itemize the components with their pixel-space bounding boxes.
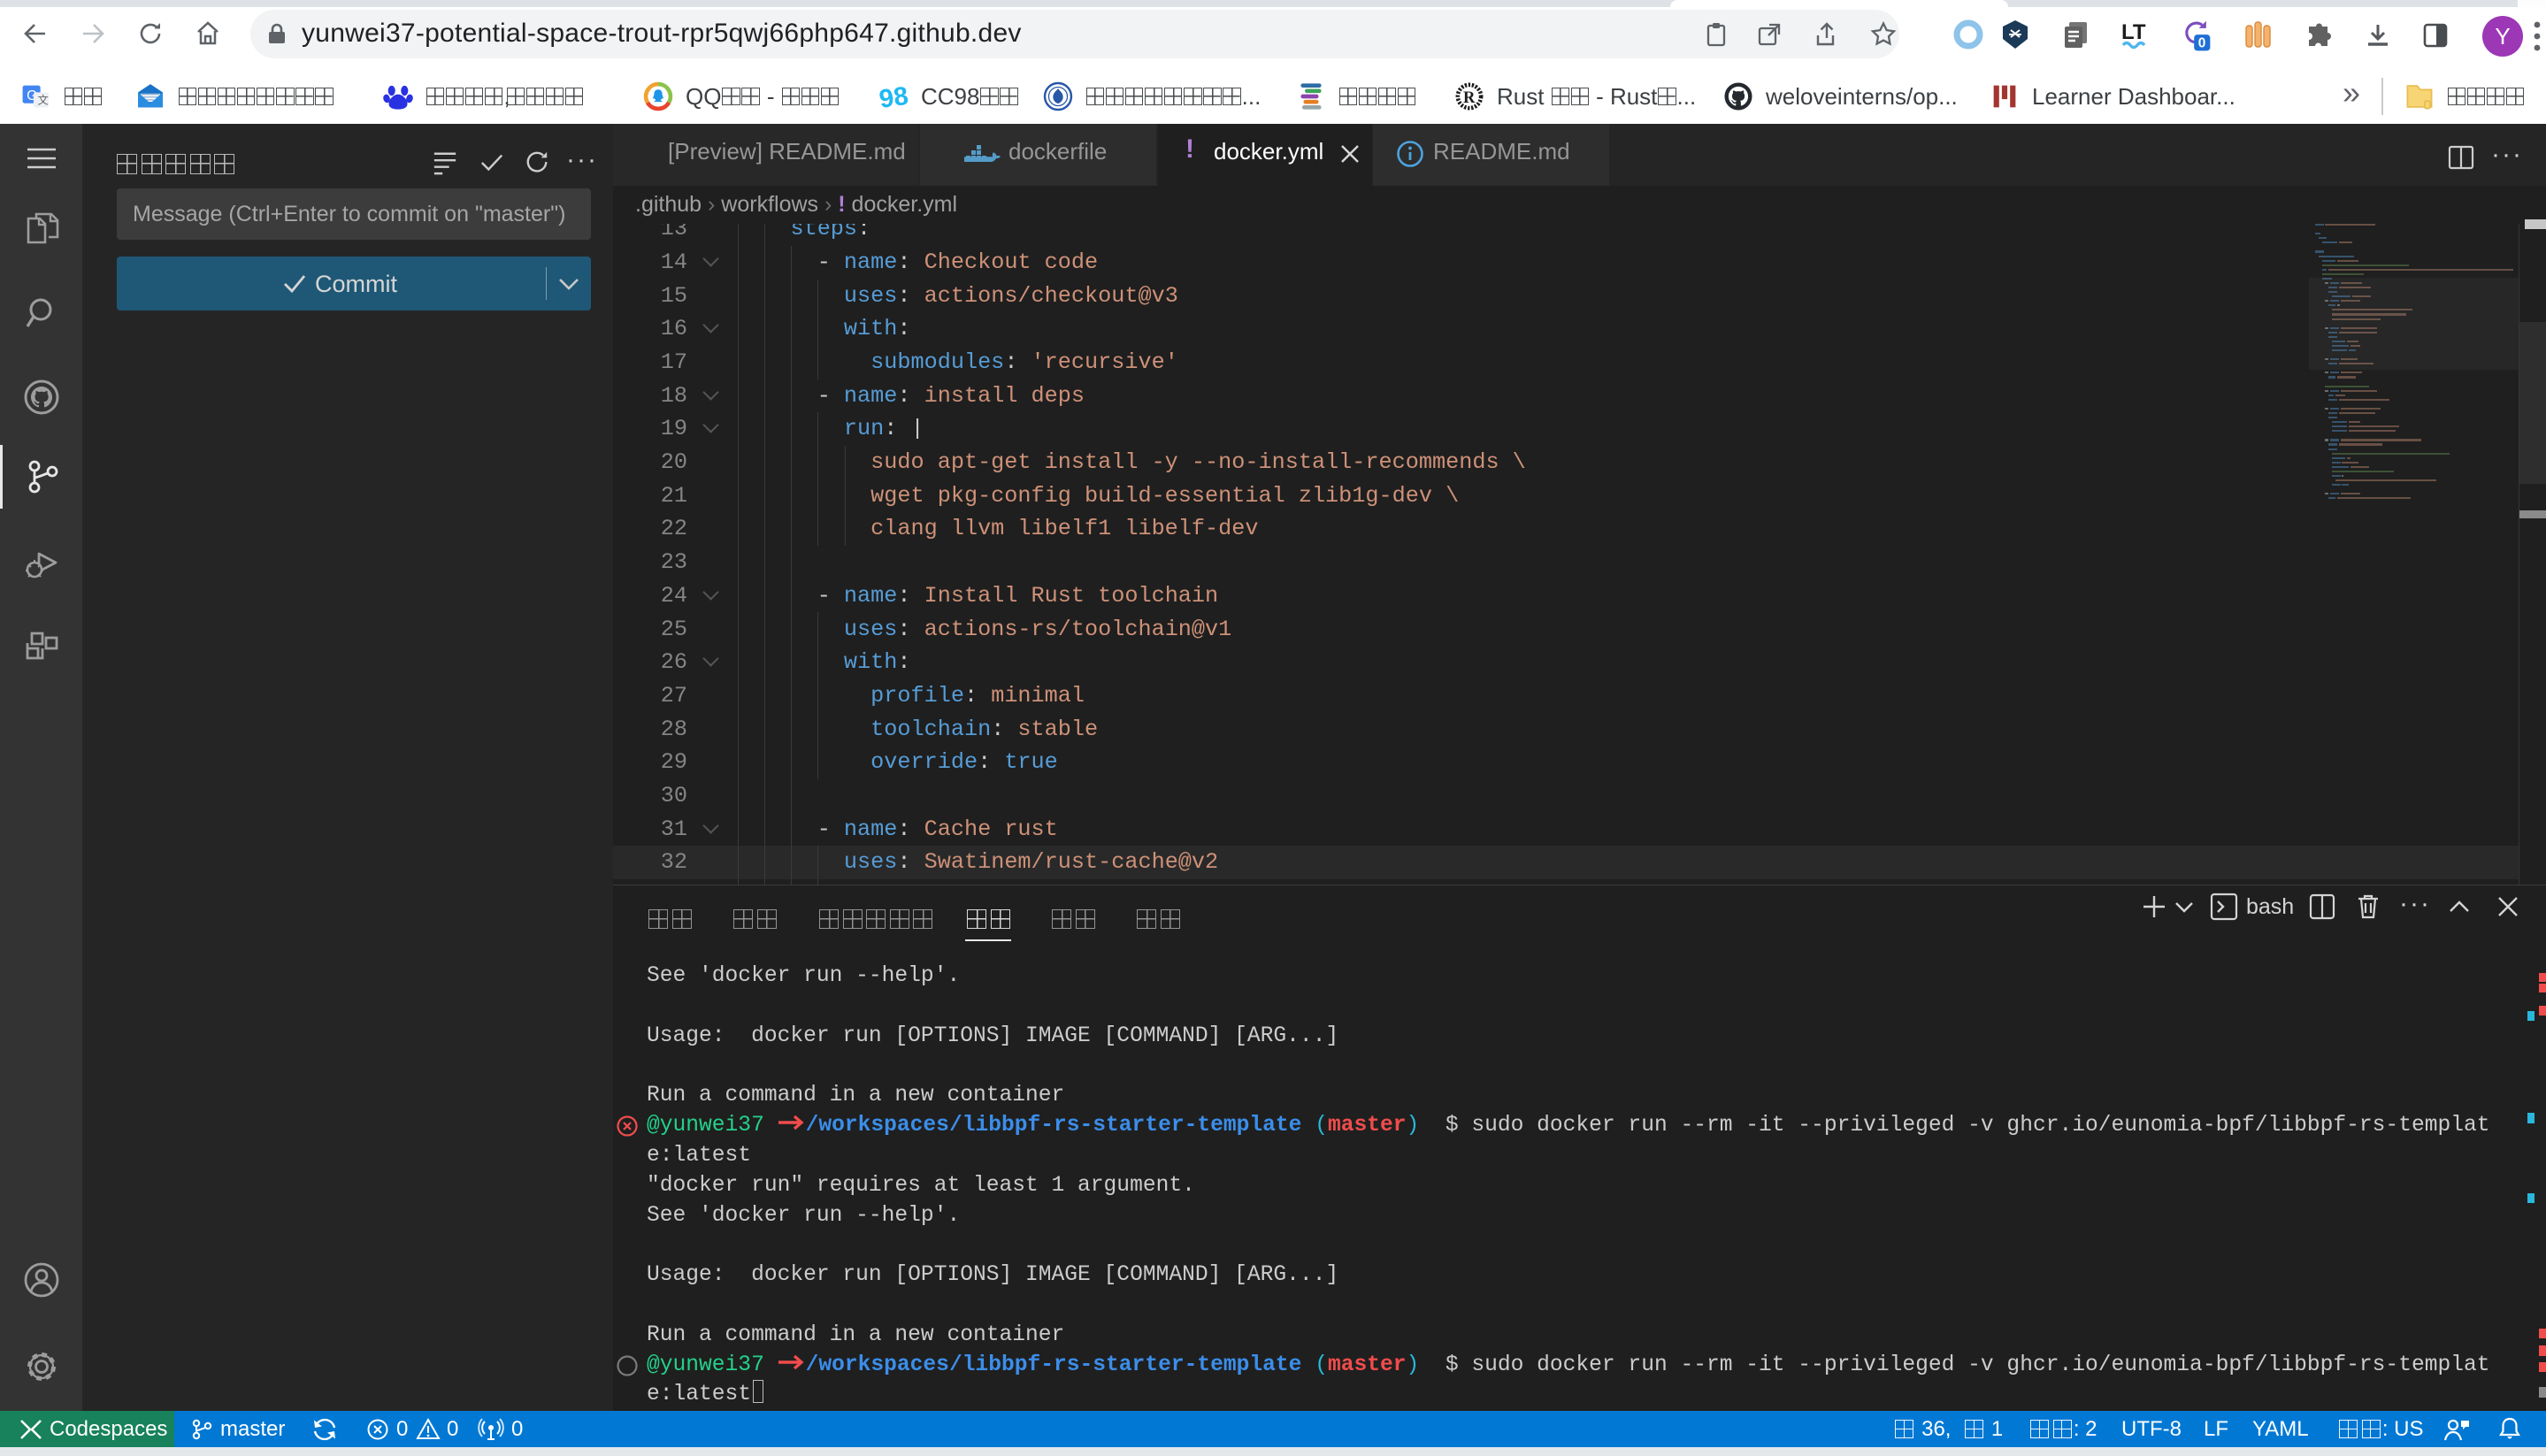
svg-text:文: 文 (38, 94, 49, 107)
svg-text:R: R (1463, 88, 1476, 107)
svg-text:0: 0 (2198, 36, 2206, 51)
svg-text:LT: LT (2121, 20, 2146, 44)
svg-text:98: 98 (878, 81, 909, 111)
